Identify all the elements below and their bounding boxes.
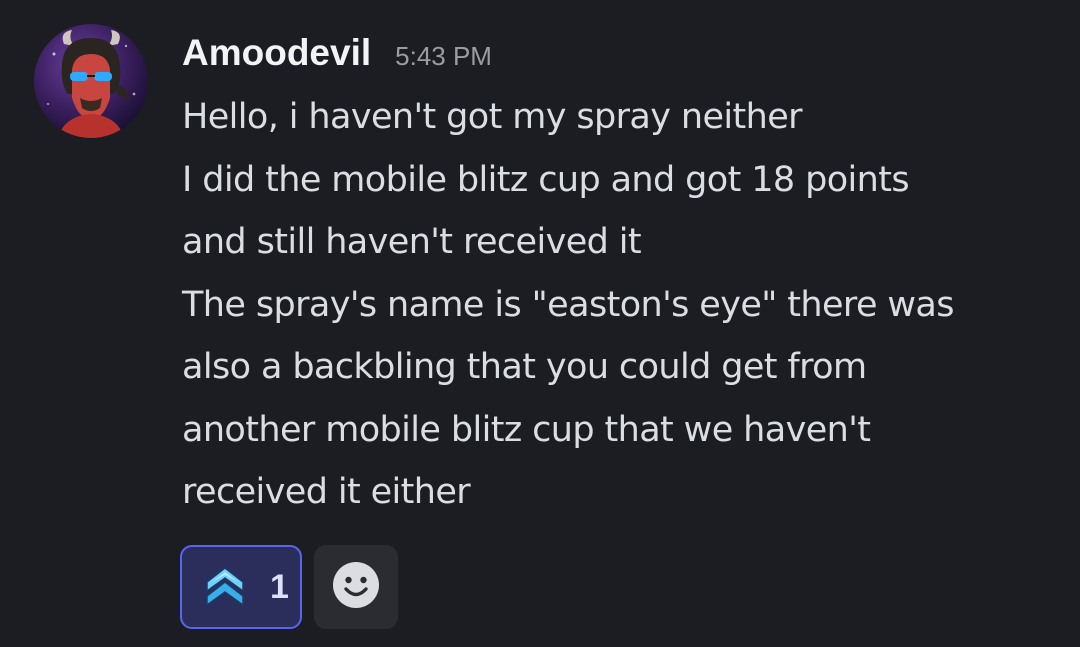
message-line: I did the mobile blitz cup and got 18 po… [182,159,910,200]
message-line: another mobile blitz cup that we haven't [182,409,871,450]
timestamp[interactable]: 5:43 PM [395,41,492,71]
reaction-button[interactable]: 1 [180,545,302,629]
smiley-face-icon [332,561,380,614]
add-reaction-button[interactable] [314,545,398,629]
reaction-count: 1 [270,567,289,606]
reactions-bar: 1 [180,545,398,629]
message-line: The spray's name is "easton's eye" there… [182,284,955,325]
message-line: Hello, i haven't got my spray neither [182,97,803,137]
message-line: received it either [182,472,471,512]
username[interactable]: Amoodevil [182,32,371,73]
chat-message: Amoodevil 5:43 PM Hello, i haven't got m… [0,0,1080,647]
avatar-image [34,24,148,138]
avatar[interactable] [34,24,148,138]
message-header: Amoodevil 5:43 PM [182,32,492,82]
rank-chevron-icon [202,562,248,613]
message-line: and still haven't received it [182,222,642,262]
message-line: also a backbling that you could get from [182,347,867,387]
message-content: Hello, i haven't got my spray neither I … [182,86,1062,524]
